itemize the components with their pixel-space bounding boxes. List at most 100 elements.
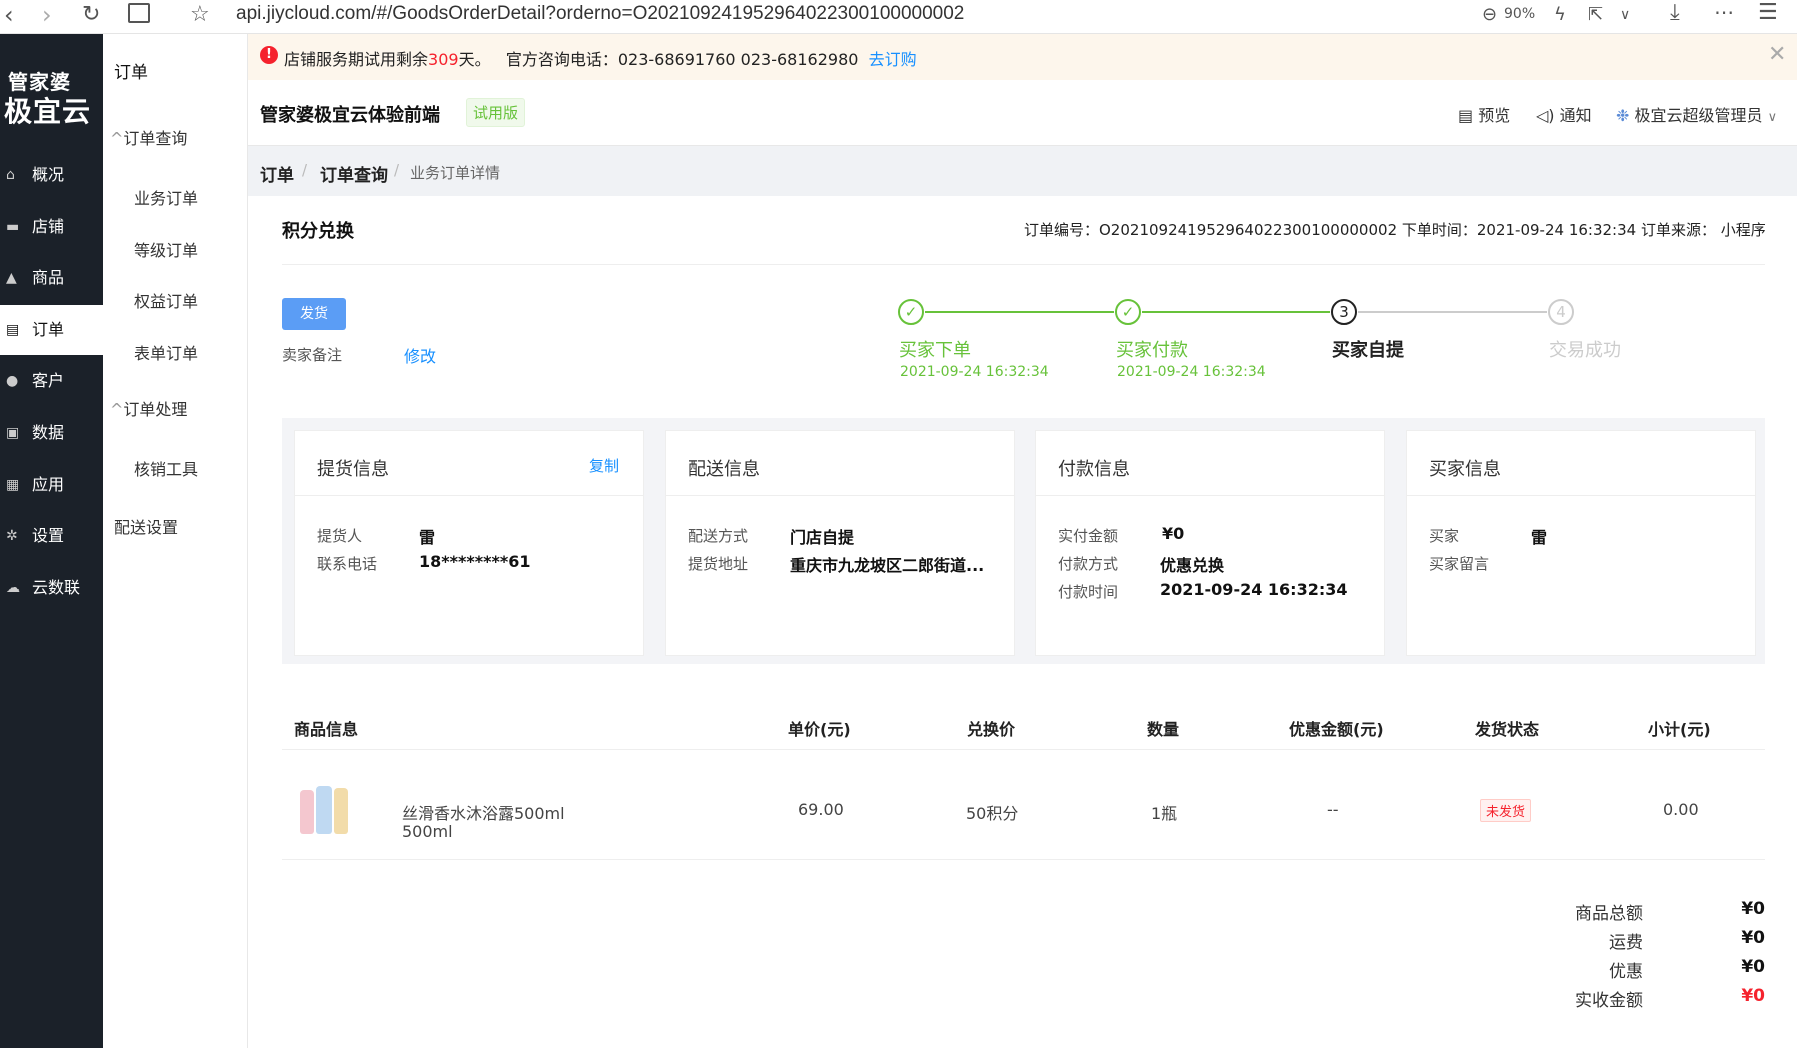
pay-method-value: 优惠兑换 bbox=[1160, 556, 1225, 575]
sidebar-item-label: 应用 bbox=[32, 474, 65, 494]
card-title: 付款信息 bbox=[1058, 459, 1130, 480]
submenu-group-process[interactable]: ^订单处理 bbox=[110, 396, 187, 420]
pickup-card: 提货信息 复制 提货人 雷 联系电话 18********61 bbox=[294, 430, 644, 656]
share-icon[interactable]: ⇱ bbox=[1588, 4, 1603, 25]
summary-value: ¥0 bbox=[1741, 899, 1765, 919]
sidebar-item-label: 设置 bbox=[32, 526, 65, 546]
zoom-level: 90% bbox=[1504, 6, 1536, 22]
pay-method-label: 付款方式 bbox=[1058, 555, 1119, 573]
star-icon[interactable]: ☆ bbox=[190, 2, 210, 28]
product-name[interactable]: 丝滑香水沐浴露500ml bbox=[402, 800, 565, 824]
sidebar-item[interactable]: ▲ 商品 bbox=[0, 253, 103, 303]
col-header-status: 发货状态 bbox=[1475, 720, 1540, 739]
preview-icon: ▤ bbox=[1458, 106, 1474, 125]
sidebar-item[interactable]: ✲ 设置 bbox=[0, 511, 103, 561]
buyer-label: 买家 bbox=[1429, 527, 1460, 545]
summary-label: 实收金额 bbox=[1575, 991, 1643, 1011]
card-divider bbox=[666, 495, 1014, 496]
check-icon: ✓ bbox=[898, 299, 924, 325]
cloud-icon: ☁ bbox=[6, 579, 20, 596]
phone-label: 联系电话 bbox=[317, 555, 378, 573]
step-time: 2021-09-24 16:32:34 bbox=[900, 364, 1049, 380]
close-icon[interactable]: ✕ bbox=[1768, 42, 1786, 67]
warning-icon: ! bbox=[260, 46, 278, 64]
speaker-icon: ◁) bbox=[1536, 106, 1555, 125]
pickup-address-label: 提货地址 bbox=[688, 555, 749, 573]
back-icon[interactable]: ‹ bbox=[4, 2, 14, 28]
summary-label: 商品总额 bbox=[1575, 904, 1643, 924]
step-number: 3 bbox=[1331, 299, 1357, 325]
sidebar-item[interactable]: ⌂ 概况 bbox=[0, 150, 103, 200]
sidebar-item[interactable]: ▬ 店铺 bbox=[0, 202, 103, 252]
sidebar-item[interactable]: ▣ 数据 bbox=[0, 408, 103, 458]
phone-value: 18********61 bbox=[419, 552, 531, 571]
submenu-item-rights[interactable]: 权益订单 bbox=[134, 288, 198, 312]
step-connector bbox=[1142, 311, 1330, 313]
brand-logo: 管家婆 极宜云 bbox=[0, 34, 103, 134]
delivery-method-value: 门店自提 bbox=[790, 528, 855, 547]
notify-button[interactable]: ◁) 通知 bbox=[1536, 102, 1592, 126]
pickup-person-value: 雷 bbox=[419, 528, 436, 547]
pickup-person-label: 提货人 bbox=[317, 527, 363, 545]
reader-icon[interactable] bbox=[128, 3, 150, 23]
product-thumbnail[interactable] bbox=[294, 776, 358, 840]
sidebar-item-label: 订单 bbox=[32, 319, 65, 339]
summary-value: ¥0 bbox=[1741, 928, 1765, 948]
order-icon: ▤ bbox=[6, 321, 20, 338]
notice-phone: 官方咨询电话：023-68691760 023-68162980 bbox=[505, 50, 859, 69]
notice-prefix: 店铺服务期试用剩余 bbox=[284, 50, 429, 69]
lightning-icon[interactable]: ϟ bbox=[1554, 4, 1566, 25]
payment-card: 付款信息 实付金额 ¥0 付款方式 优惠兑换 付款时间 2021-09-24 1… bbox=[1035, 430, 1385, 656]
summary-label: 优惠 bbox=[1609, 962, 1643, 982]
card-title: 提货信息 bbox=[317, 459, 389, 480]
step-label: 买家付款 bbox=[1116, 340, 1188, 361]
table-row-divider bbox=[282, 859, 1765, 860]
remark-label: 卖家备注 bbox=[282, 346, 343, 364]
chevron-down-icon[interactable]: ∨ bbox=[1620, 7, 1630, 23]
breadcrumb-item[interactable]: 订单查询 bbox=[320, 161, 388, 186]
submenu-item-level[interactable]: 等级订单 bbox=[134, 237, 198, 261]
col-header-exchange: 兑换价 bbox=[967, 720, 1016, 739]
copy-link[interactable]: 复制 bbox=[589, 455, 619, 476]
breadcrumb-separator: / bbox=[394, 161, 400, 179]
menu-icon[interactable]: ☰ bbox=[1758, 0, 1778, 25]
address-bar[interactable]: api.jiycloud.com/#/GoodsOrderDetail?orde… bbox=[236, 0, 964, 28]
trial-badge: 试用版 bbox=[466, 98, 526, 127]
grid-icon: ▦ bbox=[6, 476, 20, 493]
cell-subtotal: 0.00 bbox=[1663, 800, 1699, 819]
sidebar-item[interactable]: ● 客户 bbox=[0, 356, 103, 406]
col-header-qty: 数量 bbox=[1147, 720, 1180, 739]
admin-menu[interactable]: ❉ 极宜云超级管理员 ∨ bbox=[1616, 102, 1777, 126]
remark-edit-link[interactable]: 修改 bbox=[404, 343, 436, 367]
breadcrumb-item[interactable]: 订单 bbox=[260, 161, 294, 186]
more-icon[interactable]: ⋯ bbox=[1714, 0, 1734, 24]
home-icon: ⌂ bbox=[6, 167, 15, 183]
submenu-item-business[interactable]: 业务订单 bbox=[134, 185, 198, 209]
summary-value: ¥0 bbox=[1741, 986, 1765, 1006]
zoom-icon[interactable]: ⊖ bbox=[1482, 4, 1497, 25]
reload-icon[interactable]: ↻ bbox=[82, 2, 100, 28]
preview-button[interactable]: ▤ 预览 bbox=[1458, 102, 1510, 126]
product-spec: 500ml bbox=[402, 822, 453, 841]
summary-value: ¥0 bbox=[1741, 957, 1765, 977]
sidebar-item[interactable]: ▦ 应用 bbox=[0, 460, 103, 510]
subscribe-link[interactable]: 去订购 bbox=[869, 50, 917, 69]
forward-icon[interactable]: › bbox=[42, 2, 52, 28]
shop-icon: ▬ bbox=[6, 218, 20, 235]
cell-qty: 1瓶 bbox=[1151, 804, 1178, 823]
submenu-item-form[interactable]: 表单订单 bbox=[134, 340, 198, 364]
pickup-address-value: 重庆市九龙坡区二郎街道... bbox=[790, 556, 985, 575]
download-icon[interactable]: ⤓ bbox=[1670, 0, 1680, 25]
submenu-item-delivery-settings[interactable]: 配送设置 bbox=[114, 514, 178, 538]
sidebar-item-label: 客户 bbox=[32, 371, 65, 391]
browser-toolbar: ‹ › ↻ ☆ api.jiycloud.com/#/GoodsOrderDet… bbox=[0, 0, 1797, 34]
top-header: 管家婆极宜云体验前端 试用版 ▤ 预览 ◁) 通知 ❉ 极宜云超级管理员 ∨ bbox=[248, 80, 1797, 146]
sidebar-item[interactable]: ☁ 云数联 bbox=[0, 563, 103, 613]
submenu-group-query[interactable]: ^订单查询 bbox=[110, 125, 187, 149]
sidebar-item[interactable]: ▤ 订单 bbox=[0, 304, 103, 355]
ship-button[interactable]: 发货 bbox=[282, 298, 346, 330]
step-number: 4 bbox=[1548, 299, 1574, 325]
submenu-item-verify[interactable]: 核销工具 bbox=[134, 456, 198, 480]
summary-label: 运费 bbox=[1609, 933, 1643, 953]
paid-amount-label: 实付金额 bbox=[1058, 527, 1119, 545]
